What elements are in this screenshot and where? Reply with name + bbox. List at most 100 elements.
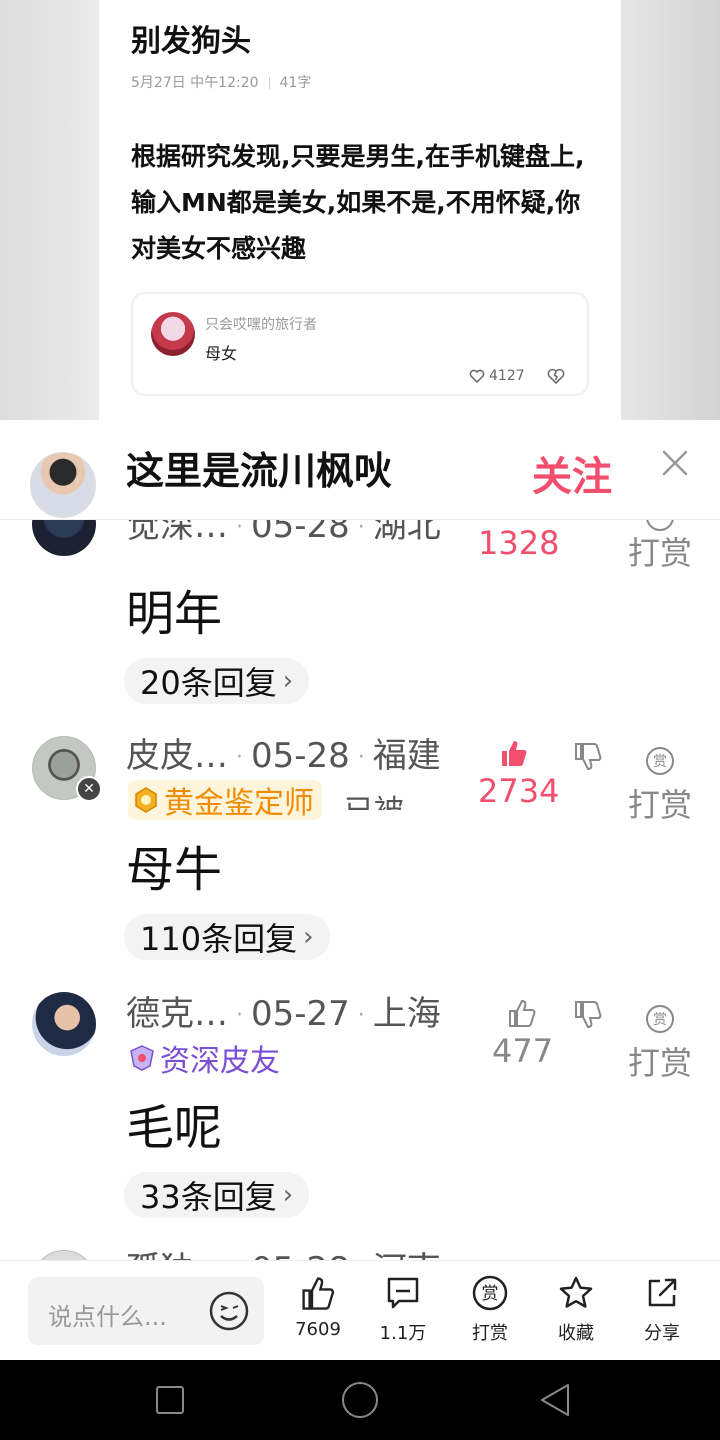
gold-medal-icon — [135, 787, 157, 813]
comment-date: 05-28 — [251, 520, 350, 546]
user-badge-label: 资深皮友 — [160, 1044, 280, 1079]
commenter-avatar[interactable] — [32, 1250, 96, 1260]
bottom-action-bar: 说点什么... 7609 1.1万 赏 打赏 收藏 分享 — [0, 1260, 720, 1360]
quote-avatar — [151, 312, 195, 356]
comment-like-button[interactable]: 1328 — [478, 524, 559, 562]
tip-icon: 赏 — [472, 1275, 508, 1311]
comment-meta: 觉深… · 05-28 · 湖北 — [126, 520, 441, 547]
like-count: 7609 — [295, 1319, 341, 1340]
comment-dislike-button[interactable] — [570, 1000, 606, 1034]
comment-tip-label: 打赏 — [628, 786, 693, 824]
close-icon[interactable] — [658, 446, 692, 480]
comment-like-count: 2734 — [478, 772, 560, 810]
post-word-count: 41字 — [279, 75, 312, 91]
post-image[interactable]: 别发狗头 5月27日 中午12:20 41字 根据研究发现,只要是男生,在手机键盘… — [0, 0, 720, 420]
comment-date: 05-27 — [251, 994, 350, 1034]
home-icon[interactable] — [342, 1382, 378, 1418]
favorite-button[interactable]: 收藏 — [536, 1275, 616, 1345]
user-badge: 黄金鉴定师 — [128, 780, 322, 821]
comment-text[interactable]: 毛呢 — [126, 1088, 222, 1158]
comment-like-button[interactable]: 477 — [492, 998, 554, 1070]
thumbs-up-icon — [509, 999, 536, 1027]
author-avatar[interactable] — [30, 452, 96, 518]
chevron-right-icon: › — [303, 922, 314, 952]
svg-text:赏: 赏 — [653, 1012, 667, 1028]
comment-meta: 德克… · 05-27 · 上海 — [126, 994, 441, 1034]
emoji-icon[interactable] — [208, 1290, 250, 1332]
comment-region: 上海 — [372, 994, 441, 1034]
broken-heart-icon — [547, 368, 565, 384]
comment-date: 05-28 — [251, 1250, 350, 1260]
replies-button[interactable]: 20条回复 › — [124, 658, 310, 704]
quote-user: 只会哎嘿的旅行者 — [205, 317, 317, 333]
star-icon — [559, 1276, 593, 1308]
commenter-name[interactable]: 皮皮… — [126, 736, 228, 776]
comment-text[interactable]: 母牛 — [126, 830, 222, 900]
replies-count: 110条回复 — [140, 920, 298, 958]
tip-button[interactable]: 赏 打赏 — [450, 1275, 530, 1345]
commenter-avatar[interactable] — [32, 520, 96, 556]
replies-count: 20条回复 — [140, 664, 277, 702]
quote-like-count: 4127 — [489, 368, 525, 384]
thumbs-up-icon — [302, 1277, 335, 1310]
commenter-name[interactable]: 觉深… — [126, 520, 228, 546]
comment-like-count: 477 — [492, 1032, 554, 1070]
like-button[interactable]: 7609 — [278, 1275, 358, 1340]
comment-like-button[interactable]: 2734 — [478, 738, 560, 810]
comment-region: 河南 — [373, 1250, 441, 1260]
comment-button[interactable]: 1.1万 — [363, 1275, 443, 1345]
replies-button[interactable]: 110条回复 › — [124, 914, 330, 960]
comment-region: 福建 — [372, 736, 441, 776]
comment-bubble-icon — [387, 1277, 419, 1309]
comment-tip-button[interactable]: 赏 打赏 — [628, 746, 692, 826]
user-badge: 资深皮友 — [128, 1038, 288, 1079]
tip-icon: 赏 — [646, 1005, 674, 1033]
post-card: 别发狗头 5月27日 中午12:20 41字 根据研究发现,只要是男生,在手机键盘… — [99, 0, 621, 420]
quote-card: 只会哎嘿的旅行者 母女 4127 — [131, 292, 589, 396]
share-button[interactable]: 分享 — [622, 1275, 702, 1345]
comment-list[interactable]: 觉深… · 05-28 · 湖北 1328 打赏 明年 20条回复 › ✕ 皮皮… · 05-… — [0, 520, 720, 1260]
tip-label: 打赏 — [472, 1323, 508, 1344]
thumbs-down-icon — [575, 1001, 602, 1029]
comment-count: 1.1万 — [379, 1323, 427, 1344]
post-date: 5月27日 中午12:20 — [131, 75, 259, 91]
comment-date: 05-28 — [251, 736, 350, 776]
comment-tip-label: 打赏 — [628, 1044, 693, 1082]
comment-meta: 皮皮… · 05-28 · 福建 — [126, 736, 441, 776]
author-header: 这里是流川枫吙 关注 — [0, 420, 720, 520]
comment-input[interactable]: 说点什么... — [28, 1277, 264, 1345]
system-navigation-bar — [0, 1360, 720, 1440]
share-label: 分享 — [644, 1323, 680, 1344]
author-name[interactable]: 这里是流川枫吙 — [126, 440, 392, 495]
svg-text:赏: 赏 — [653, 754, 667, 770]
heart-icon — [469, 369, 485, 383]
user-badge-label: 黄金鉴定师 — [164, 786, 314, 821]
svg-text:赏: 赏 — [482, 1284, 499, 1304]
replies-button[interactable]: 33条回复 › — [124, 1172, 310, 1218]
thumbs-down-icon — [575, 743, 602, 771]
comment-extra: 已被 — [344, 786, 404, 810]
comment-input-placeholder: 说点什么... — [48, 1303, 167, 1331]
commenter-name[interactable]: 德克… — [126, 994, 228, 1034]
chevron-right-icon: › — [282, 1180, 294, 1210]
replies-count: 33条回复 — [140, 1178, 277, 1216]
recent-apps-icon[interactable] — [156, 1386, 184, 1414]
comment-tip-button[interactable]: 赏 打赏 — [628, 1004, 692, 1084]
comment-region: 湖北 — [372, 520, 441, 546]
thumbs-up-filled-icon — [502, 741, 527, 766]
quote-text: 母女 — [205, 344, 238, 363]
favorite-label: 收藏 — [558, 1323, 594, 1344]
shield-badge-icon — [130, 1045, 154, 1071]
quote-likes: 4127 — [469, 368, 525, 384]
post-title: 别发狗头 — [131, 24, 251, 59]
avatar-badge-icon: ✕ — [76, 776, 102, 802]
comment-tip-button[interactable]: 打赏 — [628, 520, 692, 574]
back-icon[interactable] — [538, 1382, 572, 1418]
comment-tip-label: 打赏 — [628, 534, 693, 572]
comment-dislike-button[interactable] — [570, 742, 606, 776]
commenter-name[interactable]: 孤独… — [126, 1250, 228, 1260]
commenter-avatar[interactable] — [32, 992, 96, 1056]
share-icon — [648, 1278, 677, 1307]
follow-button[interactable]: 关注 — [532, 444, 612, 502]
comment-text[interactable]: 明年 — [126, 574, 222, 644]
